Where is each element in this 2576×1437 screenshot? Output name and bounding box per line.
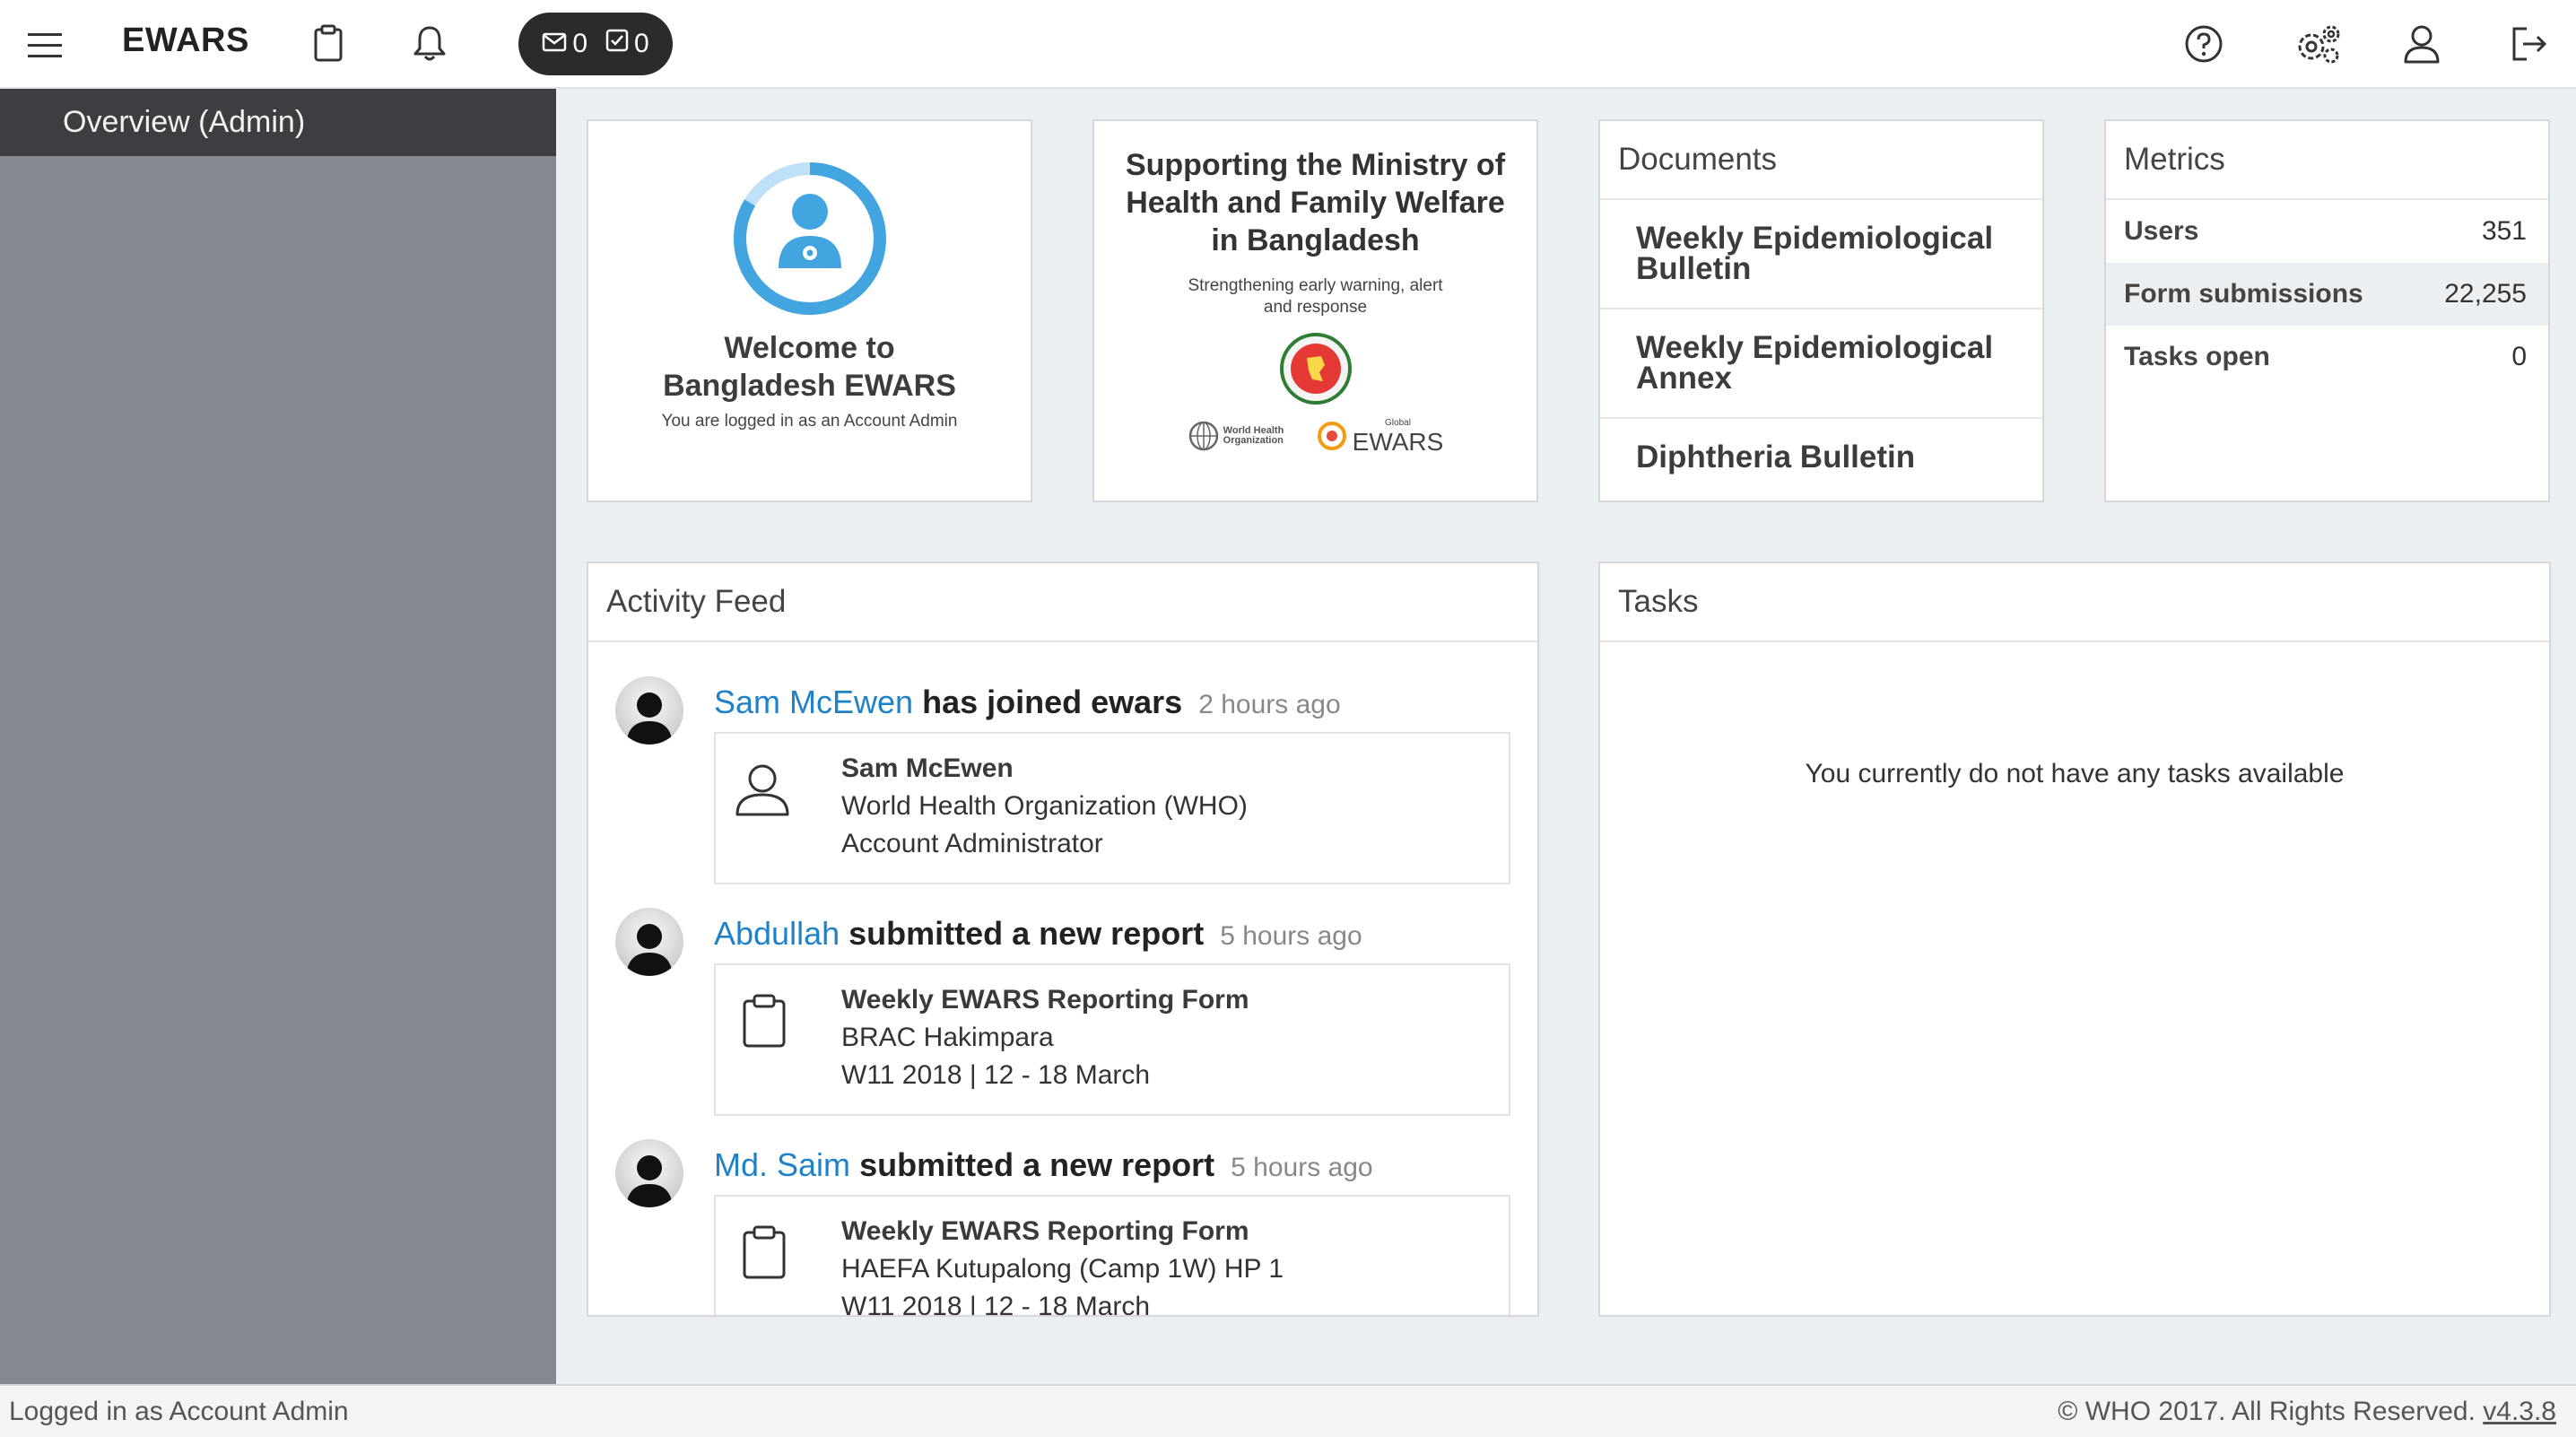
bangladesh-seal-icon xyxy=(1279,333,1352,405)
footer: Logged in as Account Admin © WHO 2017. A… xyxy=(0,1384,2576,1437)
activity-detail-line: World Health Organization (WHO) xyxy=(841,791,1248,821)
top-bar: EWARS 0 0 xyxy=(0,0,2576,89)
tasks-empty-message: You currently do not have any tasks avai… xyxy=(1805,759,2345,788)
documents-card: Documents Weekly Epidemiological Bulleti… xyxy=(1598,119,2044,502)
welcome-card: Welcome to Bangladesh EWARS You are logg… xyxy=(587,119,1032,502)
metric-value: 22,255 xyxy=(2444,279,2527,309)
metric-label: Form submissions xyxy=(2124,279,2363,309)
ewars-logo-text: EWARS xyxy=(1352,428,1444,456)
brand-title[interactable]: EWARS xyxy=(122,22,249,60)
activity-time: 5 hours ago xyxy=(1220,921,1362,951)
footer-copyright: © WHO 2017. All Rights Reserved. xyxy=(2058,1396,2476,1426)
sidebar-item-overview-admin[interactable]: Overview (Admin) xyxy=(0,89,556,156)
activity-detail-line: W11 2018 | 12 - 18 March xyxy=(841,1292,1151,1315)
tasks-count: 0 xyxy=(634,29,649,58)
sidebar: Overview (Admin) xyxy=(0,89,556,1384)
metric-value: 351 xyxy=(2481,216,2527,246)
activity-detail-line: HAEFA Kutupalong (Camp 1W) HP 1 xyxy=(841,1254,1284,1284)
who-logo: World Health Organization xyxy=(1188,420,1290,452)
metric-value: 0 xyxy=(2511,342,2527,371)
activity-detail-box[interactable]: Weekly EWARS Reporting Form BRAC Hakimpa… xyxy=(714,963,1510,1116)
metric-label: Users xyxy=(2124,216,2199,246)
document-link-diphtheria-bulletin[interactable]: Diphtheria Bulletin xyxy=(1600,419,2042,496)
metrics-title: Metrics xyxy=(2106,121,2548,200)
metrics-card: Metrics Users 351 Form submissions 22,25… xyxy=(2104,119,2550,502)
activity-feed-list[interactable]: Sam McEwen has joined ewars 2 hours ago … xyxy=(588,642,1537,1315)
activity-detail-line: Sam McEwen xyxy=(841,753,1014,783)
clipboard-icon xyxy=(741,1224,788,1285)
clipboard-icon[interactable] xyxy=(309,22,348,65)
documents-title: Documents xyxy=(1600,121,2042,200)
check-square-icon xyxy=(605,29,629,59)
activity-feed-card: Activity Feed Sam McEwen has joined ewar… xyxy=(587,562,1539,1317)
metric-row-users: Users 351 xyxy=(2106,200,2548,263)
activity-detail-box[interactable]: Weekly EWARS Reporting Form HAEFA Kutupa… xyxy=(714,1195,1510,1315)
metric-row-form-submissions: Form submissions 22,255 xyxy=(2106,263,2548,326)
clipboard-icon xyxy=(741,992,788,1054)
activity-time: 5 hours ago xyxy=(1231,1153,1373,1182)
tasks-counter[interactable]: 0 xyxy=(605,29,649,59)
menu-icon[interactable] xyxy=(25,25,65,65)
user-avatar xyxy=(615,1139,683,1207)
document-link-weekly-annex[interactable]: Weekly Epidemiological Annex xyxy=(1600,309,2042,419)
document-label: Weekly Epidemiological Annex xyxy=(1636,330,1994,396)
footer-login-status: Logged in as Account Admin xyxy=(9,1396,349,1426)
inbox-count: 0 xyxy=(572,29,587,58)
activity-action: submitted a new report xyxy=(859,1146,1215,1183)
metric-row-tasks-open: Tasks open 0 xyxy=(2106,326,2548,388)
document-label: Diphtheria Bulletin xyxy=(1636,440,1916,475)
activity-time: 2 hours ago xyxy=(1198,690,1341,719)
logout-icon[interactable] xyxy=(2508,23,2551,65)
user-icon xyxy=(734,761,791,823)
welcome-title: Welcome to Bangladesh EWARS xyxy=(663,331,956,403)
help-icon[interactable] xyxy=(2183,23,2224,65)
activity-user-link[interactable]: Md. Saim xyxy=(714,1146,850,1183)
who-logo-text: World Health Organization xyxy=(1223,425,1284,446)
document-link-weekly-bulletin[interactable]: Weekly Epidemiological Bulletin xyxy=(1600,200,2042,309)
admin-avatar-icon xyxy=(732,161,888,317)
activity-user-link[interactable]: Abdullah xyxy=(714,915,840,952)
metric-label: Tasks open xyxy=(2124,342,2270,371)
support-subtitle: Strengthening early warning, alert and r… xyxy=(1188,276,1443,317)
user-avatar xyxy=(615,676,683,745)
ewars-logo: Global EWARS xyxy=(1317,417,1444,456)
support-card: Supporting the Ministry of Health and Fa… xyxy=(1092,119,1538,502)
user-avatar xyxy=(615,908,683,976)
tasks-card: Tasks You currently do not have any task… xyxy=(1598,562,2551,1317)
support-title: Supporting the Ministry of Health and Fa… xyxy=(1125,148,1506,257)
activity-detail-line: Account Administrator xyxy=(841,829,1103,858)
activity-user-link[interactable]: Sam McEwen xyxy=(714,684,913,720)
activity-feed-title: Activity Feed xyxy=(588,563,1537,642)
user-icon[interactable] xyxy=(2400,22,2443,66)
tasks-title: Tasks xyxy=(1600,563,2549,642)
gears-icon[interactable] xyxy=(2293,22,2343,66)
envelope-icon xyxy=(542,29,567,59)
counters-pill: 0 0 xyxy=(518,13,673,75)
footer-copyright-wrap: © WHO 2017. All Rights Reserved. v4.3.8 xyxy=(2058,1397,2556,1427)
activity-detail-line: Weekly EWARS Reporting Form xyxy=(841,1216,1249,1246)
document-label: Weekly Epidemiological Bulletin xyxy=(1636,221,1994,286)
sidebar-item-label: Overview (Admin) xyxy=(63,105,306,139)
activity-detail-line: Weekly EWARS Reporting Form xyxy=(841,985,1249,1015)
welcome-subtitle: You are logged in as an Account Admin xyxy=(661,412,958,431)
version-link[interactable]: v4.3.8 xyxy=(2483,1397,2556,1426)
activity-action: has joined ewars xyxy=(922,684,1183,720)
activity-detail-box[interactable]: Sam McEwen World Health Organization (WH… xyxy=(714,732,1510,884)
activity-detail-line: BRAC Hakimpara xyxy=(841,1023,1054,1052)
bell-icon[interactable] xyxy=(409,22,450,65)
inbox-counter[interactable]: 0 xyxy=(542,29,587,59)
activity-action: submitted a new report xyxy=(849,915,1205,952)
activity-detail-line: W11 2018 | 12 - 18 March xyxy=(841,1060,1151,1090)
